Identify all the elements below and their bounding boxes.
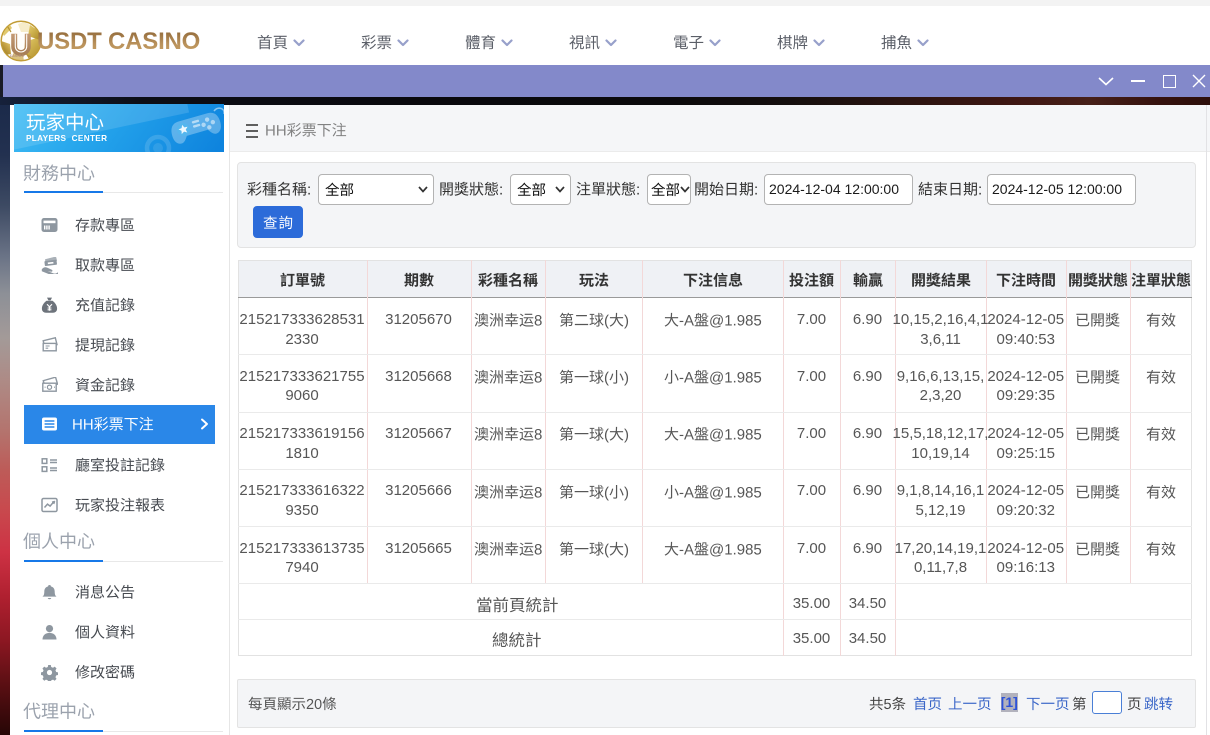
svg-text:casino: casino	[10, 53, 25, 58]
